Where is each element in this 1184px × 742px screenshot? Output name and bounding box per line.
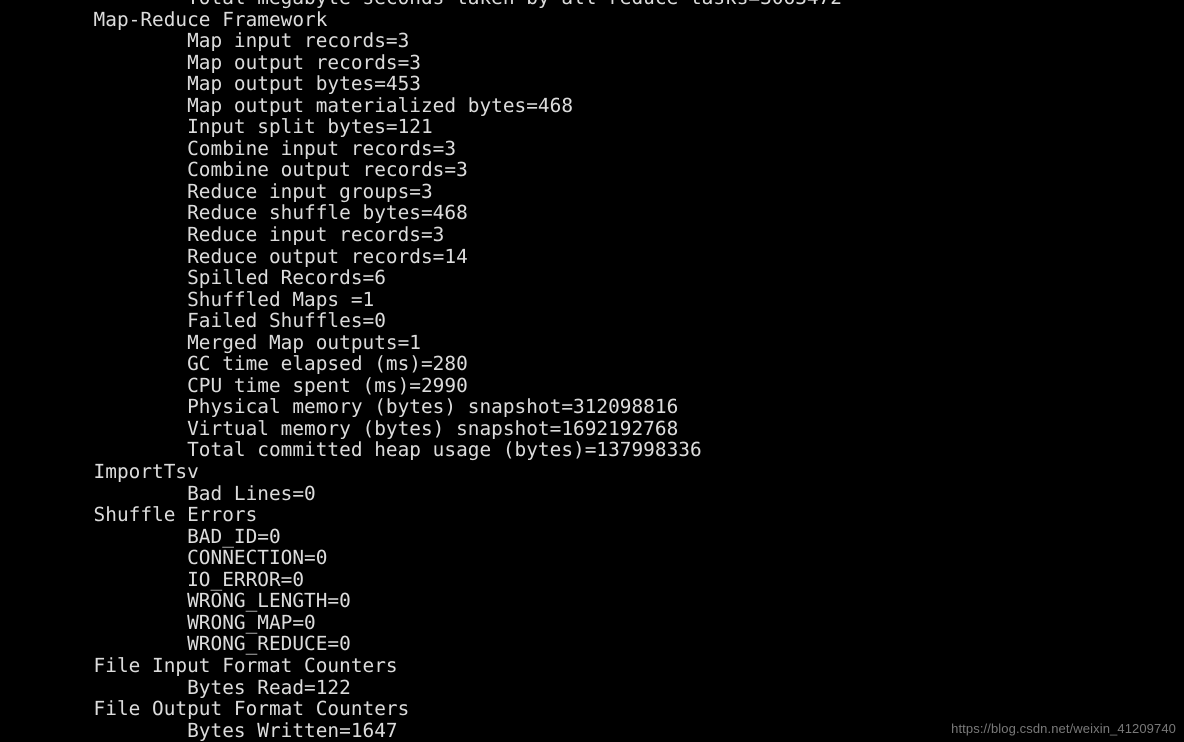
console-line: File Input Format Counters [0,653,398,677]
console-line: Shuffled Maps =1 [0,287,375,311]
console-line: WRONG_LENGTH=0 [0,589,351,613]
console-line: GC time elapsed (ms)=280 [0,352,468,376]
console-line: Physical memory (bytes) snapshot=3120988… [0,395,679,419]
console-line: Reduce output records=14 [0,244,468,268]
console-line: Bytes Written=1647 [0,718,398,742]
console-line: ImportTsv [0,460,199,484]
console-line: Reduce input records=3 [0,223,445,247]
console-line: Total committed heap usage (bytes)=13799… [0,438,702,462]
console-line: Spilled Records=6 [0,266,386,290]
console-line: Combine output records=3 [0,158,468,182]
console-line: WRONG_MAP=0 [0,610,316,634]
console-line: Reduce input groups=3 [0,179,433,203]
console-line: Merged Map outputs=1 [0,330,421,354]
console-output: Total megabyte-seconds taken by all redu… [0,0,1184,742]
console-line: Map output materialized bytes=468 [0,93,574,117]
console-line: BAD_ID=0 [0,524,281,548]
console-line: Map-Reduce Framework [0,7,328,31]
console-line: CONNECTION=0 [0,546,328,570]
console-line: WRONG_REDUCE=0 [0,632,351,656]
console-line: Reduce shuffle bytes=468 [0,201,468,225]
console-line: Input split bytes=121 [0,115,433,139]
console-line: Map output bytes=453 [0,72,421,96]
console-line: CPU time spent (ms)=2990 [0,373,468,397]
console-line: Map input records=3 [0,29,410,53]
console-line: Bytes Read=122 [0,675,351,699]
console-line: Map output records=3 [0,50,421,74]
console-line: Failed Shuffles=0 [0,309,386,333]
console-line: Combine input records=3 [0,136,457,160]
console-line: IO_ERROR=0 [0,567,305,591]
console-line: File Output Format Counters [0,697,410,721]
terminal-window[interactable]: Total megabyte-seconds taken by all redu… [0,0,1184,742]
console-line: Virtual memory (bytes) snapshot=16921927… [0,416,679,440]
console-line: Bad Lines=0 [0,481,316,505]
console-line: Shuffle Errors [0,503,258,527]
